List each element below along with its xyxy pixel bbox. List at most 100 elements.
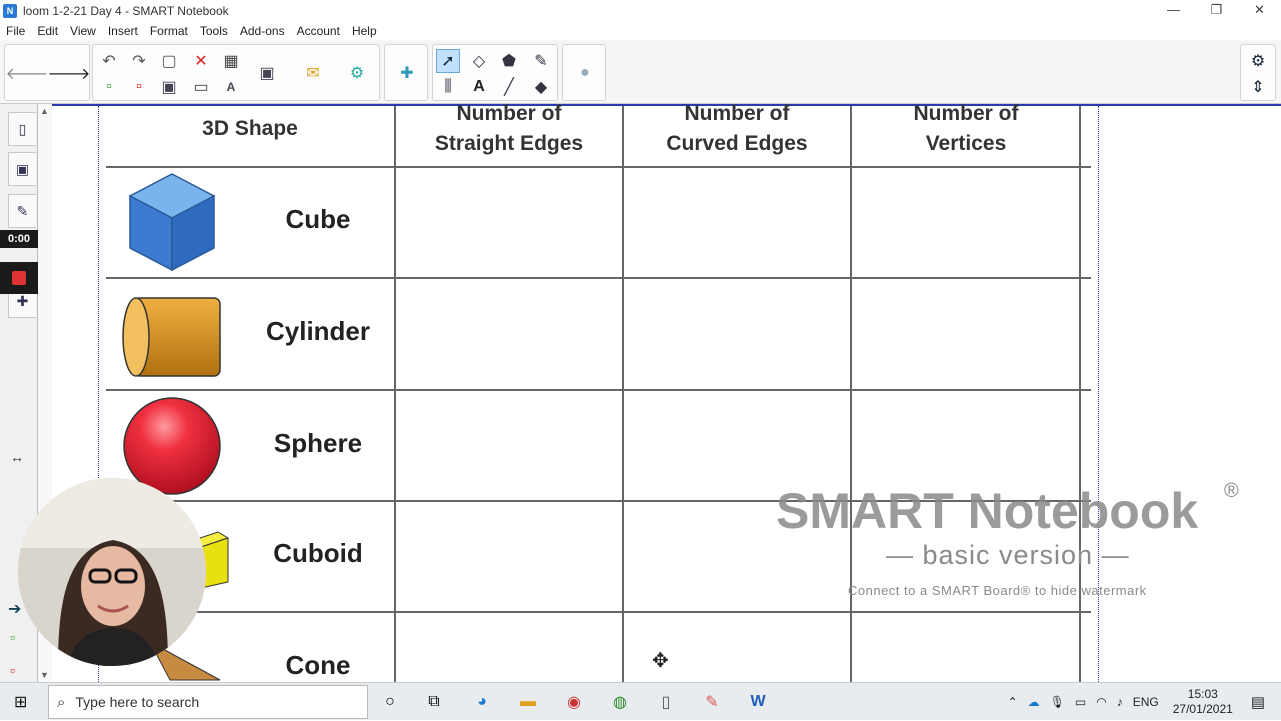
redo-icon[interactable]: ↷ [127,49,151,73]
header-straight-line2: Straight Edges [434,132,584,155]
header-curved-line1: Number of [684,102,790,125]
header-vertices-line2: Vertices [925,132,1007,155]
menu-view[interactable]: View [64,24,102,38]
show-hidden-icons-icon[interactable]: ⌃ [1008,695,1018,709]
file-explorer-icon[interactable]: ▬ [516,690,540,714]
scroll-up-icon[interactable]: ▲ [40,106,49,116]
presenter-video [18,478,206,666]
onedrive-icon[interactable]: ☁ [1028,695,1040,709]
header-curved-line2: Curved Edges [666,132,808,155]
page-sorter-icon[interactable]: ▯ [8,112,36,146]
table-rule [106,277,1091,279]
menu-help[interactable]: Help [346,24,383,38]
taskbar-search-box[interactable]: ⌕ Type here to search [48,685,368,719]
language-indicator[interactable]: ENG [1133,695,1159,709]
menu-file[interactable]: File [0,24,31,38]
wifi-icon[interactable]: ◠ [1096,695,1106,709]
properties-icon[interactable]: ⫼ [436,75,460,99]
pen-options-icon[interactable]: ● [573,61,597,85]
header-curved-edges: Number of Curved Edges [624,99,850,159]
select-tool-icon[interactable]: ➚ [436,49,460,73]
eraser-tool-icon[interactable]: ◆ [529,75,553,99]
restore-button[interactable]: ❐ [1195,0,1238,22]
menu-insert[interactable]: Insert [102,24,144,38]
row-cylinder-label: Cylinder [265,316,371,346]
chrome-icon[interactable]: ◍ [608,690,632,714]
previous-page-icon[interactable]: 🡐 [6,61,49,85]
battery-icon[interactable]: ▭ [1075,695,1086,709]
menu-format[interactable]: Format [144,24,194,38]
clock-time: 15:03 [1187,687,1218,701]
table-rule [106,166,1091,168]
undo-icon[interactable]: ↶ [97,49,121,73]
webcam-overlay[interactable] [18,478,206,666]
notification-icon[interactable]: ▤ [1251,693,1265,711]
screen-shade-icon[interactable]: ▭ [189,75,213,99]
watermark-note: Connect to a SMART Board® to hide waterm… [848,583,1147,598]
delete-icon[interactable]: ✕ [189,49,213,73]
notepad-icon[interactable]: ▯ [654,690,678,714]
header-straight-line1: Number of [456,102,562,125]
close-window-button[interactable]: ✕ [1238,0,1281,22]
photos-icon[interactable]: ◉ [562,690,586,714]
table-rule [106,389,1091,391]
gallery-icon[interactable]: ▣ [8,152,36,186]
pen-group: ● [562,44,606,101]
minimize-button[interactable]: — [1152,0,1195,22]
menu-bar: File Edit View Insert Format Tools Add-o… [0,22,1281,40]
menu-edit[interactable]: Edit [31,24,64,38]
scroll-down-icon[interactable]: ▼ [40,670,49,680]
toolbar: 🡐 🡒 ↶ ↷ ▢ ✕ ▦ ▫ ▫ ▣ ▭ A ▣ ✉ ⚙ ✚ ➚ ◇ ⬟ ✎ … [0,40,1281,104]
smart-notebook-taskbar-icon[interactable]: ✎ [700,690,724,714]
microphone-icon[interactable]: 🎙 [1050,695,1065,709]
watermark-title: SMART Notebook [776,483,1199,539]
table-icon[interactable]: ▦ [219,49,243,73]
add-page-icon[interactable]: ▫ [97,75,121,99]
row-sphere-label: Sphere [273,428,363,458]
fill-tool-icon[interactable]: ⬟ [497,49,521,73]
record-stop-icon [12,271,26,285]
windows-start-icon[interactable]: ⊞ [14,692,27,712]
menu-tools[interactable]: Tools [194,24,234,38]
search-placeholder: Type here to search [75,694,200,710]
next-page-icon[interactable]: 🡒 [48,61,91,85]
cube-image[interactable] [128,172,218,274]
toolbar-move-icon[interactable]: ⇕ [1246,75,1270,99]
response-icon[interactable]: ✉ [301,61,325,85]
resize-sidebar-icon[interactable]: ↔ [10,449,24,465]
header-vertices-line1: Number of [913,102,1019,125]
menu-account[interactable]: Account [291,24,346,38]
tools-group: ➚ ◇ ⬟ ✎ ⫼ A ╱ ◆ [432,44,558,101]
add-page-side-icon[interactable]: ▫ [10,629,15,645]
edge-icon[interactable]: ◕ [470,690,494,714]
row-cone-label: Cone [285,650,351,680]
paste-icon[interactable]: ▢ [157,49,181,73]
task-view-icon[interactable]: ⧉ [422,690,446,714]
watermark-registered-mark: ® [1224,480,1239,502]
delete-page-icon[interactable]: ▫ [127,75,151,99]
cylinder-image[interactable] [120,296,226,380]
menu-add-ons[interactable]: Add-ons [234,24,291,38]
clock[interactable]: 15:03 27/01/2021 [1173,687,1233,717]
text-tool-icon[interactable]: A [467,75,491,99]
line-tool-icon[interactable]: ╱ [497,75,521,99]
magic-pen-icon[interactable]: ✎ [529,49,553,73]
volume-icon[interactable]: ♪ [1117,695,1123,709]
navigation-group: 🡐 🡒 [4,44,90,101]
cortana-icon[interactable]: ○ [378,690,402,714]
header-straight-edges: Number of Straight Edges [396,99,622,159]
record-button[interactable] [0,262,38,294]
activity-builder-icon[interactable]: ⚙ [345,61,369,85]
save-icon[interactable]: ▣ [157,75,181,99]
row-cube-label: Cube [285,204,351,234]
shapes-tool-icon[interactable]: ◇ [467,49,491,73]
word-icon[interactable]: W [746,690,770,714]
delete-page-side-icon[interactable]: ▫ [10,662,15,678]
row-cuboid-label: Cuboid [273,538,363,568]
addons-icon[interactable]: ✚ [395,61,419,85]
document-camera-icon[interactable]: ▣ [255,61,279,85]
spell-check-icon[interactable]: A [219,75,243,99]
attachments-icon[interactable]: ✎ [8,194,36,228]
page-arrow-icon[interactable]: ➔ [8,599,21,619]
settings-gear-icon[interactable]: ⚙ [1246,49,1270,73]
